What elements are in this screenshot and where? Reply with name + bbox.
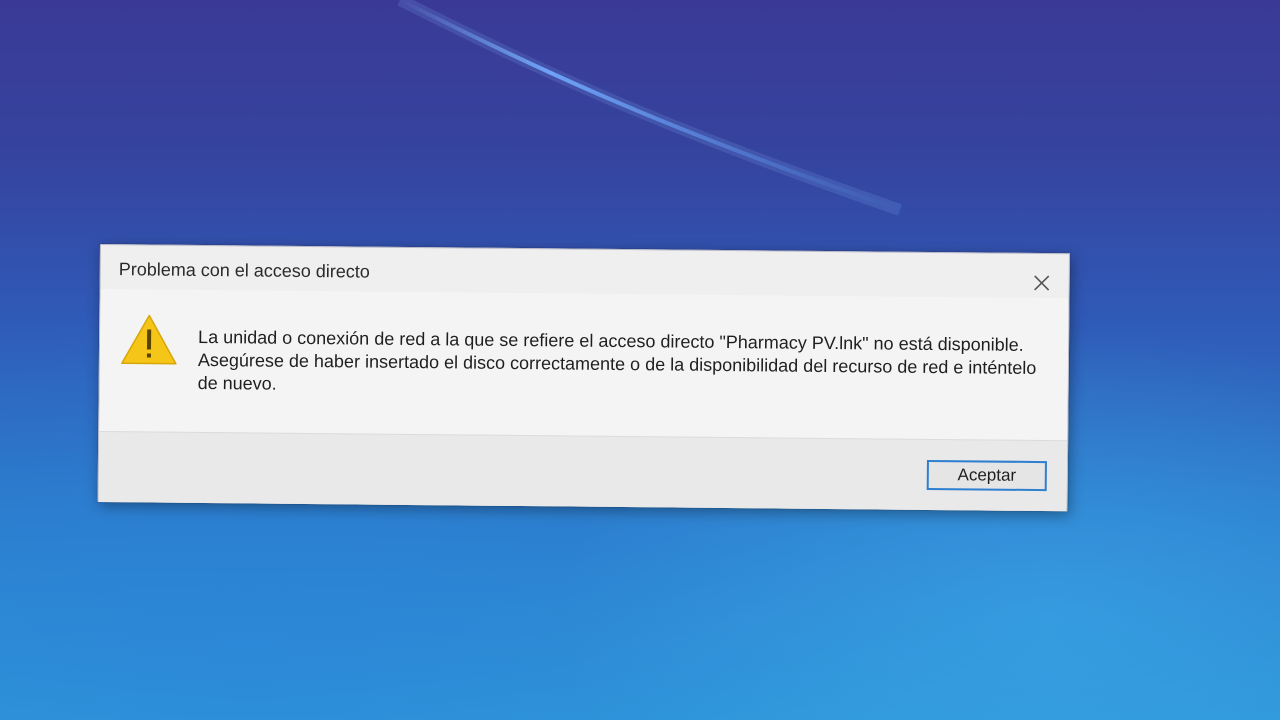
error-dialog: Problema con el acceso directo La unidad… bbox=[97, 244, 1070, 512]
close-button[interactable] bbox=[1029, 270, 1055, 296]
warning-icon bbox=[121, 314, 177, 365]
accept-button[interactable]: Aceptar bbox=[926, 459, 1047, 492]
dialog-title: Problema con el acceso directo bbox=[118, 259, 370, 282]
close-icon bbox=[1034, 275, 1050, 291]
dialog-message: La unidad o conexión de red a la que se … bbox=[197, 326, 1037, 394]
dialog-content: La unidad o conexión de red a la que se … bbox=[99, 289, 1069, 441]
dialog-footer: Aceptar bbox=[98, 431, 1068, 512]
